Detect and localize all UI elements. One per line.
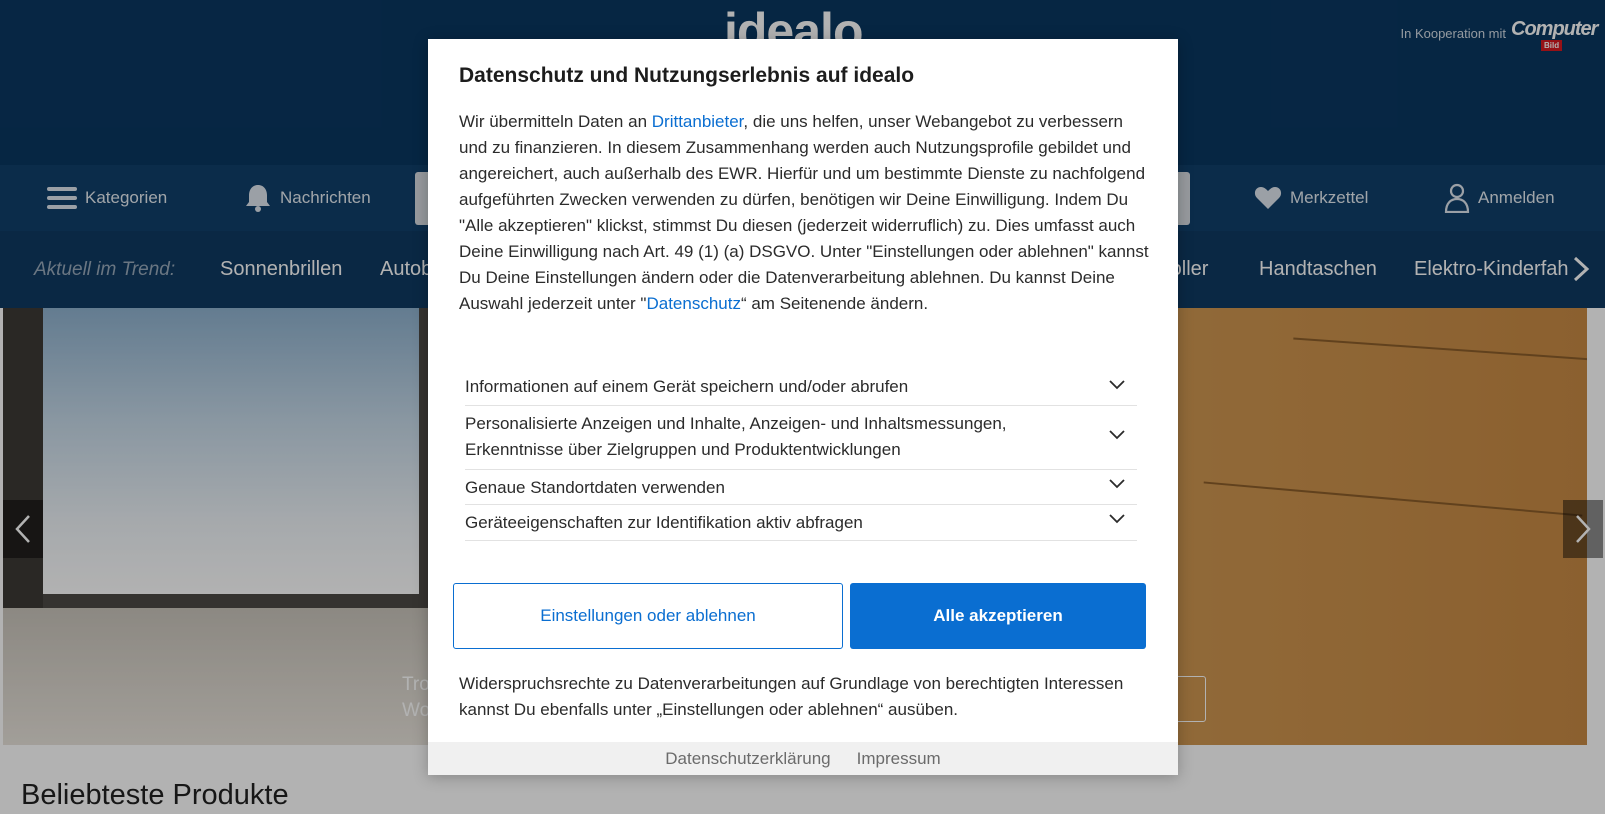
chevron-down-icon: [1109, 514, 1125, 524]
purpose-label: Genaue Standortdaten verwenden: [465, 478, 725, 497]
consent-footer: Datenschutzerklärung Impressum: [428, 742, 1178, 775]
consent-intro-part: Wir übermitteln Daten an: [459, 112, 652, 131]
chevron-down-icon: [1109, 479, 1125, 489]
purpose-item[interactable]: Informationen auf einem Gerät speichern …: [465, 369, 1137, 406]
consent-intro-part: , die uns helfen, unser Webangebot zu ve…: [459, 112, 1149, 313]
chevron-down-icon: [1109, 430, 1125, 440]
privacy-policy-link[interactable]: Datenschutzerklärung: [665, 749, 830, 769]
purpose-label: Geräteeigenschaften zur Identifikation a…: [465, 513, 863, 532]
purpose-item[interactable]: Genaue Standortdaten verwenden: [465, 470, 1137, 505]
imprint-link[interactable]: Impressum: [857, 749, 941, 769]
consent-dialog: Datenschutz und Nutzungserlebnis auf ide…: [428, 39, 1178, 775]
consent-intro-text: Wir übermitteln Daten an Drittanbieter, …: [459, 109, 1149, 317]
purpose-item[interactable]: Personalisierte Anzeigen und Inhalte, An…: [465, 406, 1137, 470]
chevron-down-icon: [1109, 380, 1125, 390]
consent-intro-part: “ am Seitenende ändern.: [740, 294, 929, 313]
objection-text: Widerspruchsrechte zu Datenverarbeitunge…: [459, 674, 1124, 719]
third-party-link[interactable]: Drittanbieter: [652, 112, 744, 131]
settings-or-decline-button[interactable]: Einstellungen oder ablehnen: [453, 583, 843, 649]
accept-all-button[interactable]: Alle akzeptieren: [850, 583, 1146, 649]
privacy-link[interactable]: Datenschutz: [646, 294, 741, 313]
purpose-label: Personalisierte Anzeigen und Inhalte, An…: [465, 414, 1007, 459]
purpose-accordion: Informationen auf einem Gerät speichern …: [465, 369, 1137, 541]
consent-title: Datenschutz und Nutzungserlebnis auf ide…: [459, 64, 915, 87]
purpose-item[interactable]: Geräteeigenschaften zur Identifikation a…: [465, 505, 1137, 541]
purpose-label: Informationen auf einem Gerät speichern …: [465, 377, 909, 396]
